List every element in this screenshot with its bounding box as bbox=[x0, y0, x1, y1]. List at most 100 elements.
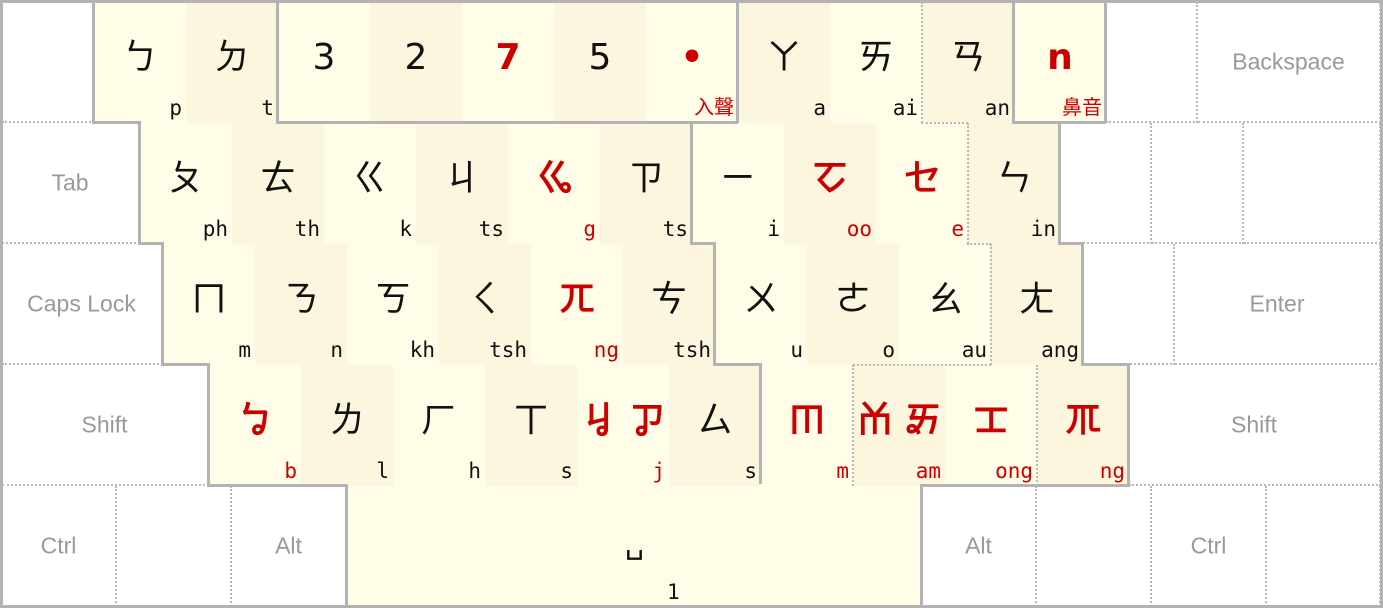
key-w[interactable]: ㄊ th bbox=[232, 123, 324, 244]
key-quote[interactable] bbox=[1083, 244, 1175, 365]
key-5[interactable]: 7 bbox=[462, 2, 554, 123]
key-6[interactable]: 5 bbox=[554, 2, 646, 123]
key-label: Caps Lock bbox=[27, 290, 136, 316]
romanization-label: ai bbox=[892, 96, 918, 120]
key-lbracket[interactable] bbox=[1060, 123, 1152, 244]
key-right-shift[interactable]: Shift bbox=[1129, 365, 1381, 486]
key-n[interactable]: ㄙs bbox=[669, 365, 761, 486]
key-period[interactable]: ㆲ ong bbox=[945, 365, 1037, 486]
bopomofo-glyph: ㄆ bbox=[167, 158, 204, 199]
romanization-label: o bbox=[882, 338, 895, 362]
key-g[interactable]: ㄫ ng bbox=[531, 244, 623, 365]
key-a[interactable]: ㄇm bbox=[163, 244, 255, 365]
key-k[interactable]: ㄜo bbox=[807, 244, 899, 365]
key-b[interactable]: ㆢ ㆡ j bbox=[577, 365, 669, 486]
key-left-shift[interactable]: Shift bbox=[2, 365, 209, 486]
bopomofo-glyph: ㄫ bbox=[558, 279, 595, 320]
key-0[interactable]: ㄢ an bbox=[922, 2, 1014, 123]
key-enter[interactable]: Enter bbox=[1175, 244, 1381, 365]
romanization-label: 入聲 bbox=[694, 95, 734, 119]
key-o[interactable]: ㆤe bbox=[876, 123, 968, 244]
key-backtick[interactable] bbox=[2, 2, 94, 123]
bopomofo-glyph: ㄢ bbox=[949, 37, 986, 78]
key-l[interactable]: ㄠ au bbox=[899, 244, 991, 365]
key-z[interactable]: ㆠb bbox=[209, 365, 301, 486]
romanization-label: ts bbox=[662, 217, 688, 241]
bopomofo-glyph: ㄠ bbox=[926, 279, 963, 320]
bopomofo-glyph: ㆤ bbox=[903, 158, 940, 199]
key-y[interactable]: ㄗ ts bbox=[600, 123, 692, 244]
key-tab[interactable]: Tab bbox=[2, 123, 140, 244]
romanization-label: j bbox=[652, 459, 665, 483]
key-f[interactable]: ㄑ tsh bbox=[439, 244, 531, 365]
romanization-label: oo bbox=[846, 217, 872, 241]
key-7[interactable]: • 入聲 bbox=[646, 2, 738, 123]
romanization-label: an bbox=[984, 96, 1010, 120]
key-comma[interactable]: ㆰ ㆮ am bbox=[853, 365, 945, 486]
key-rbracket[interactable] bbox=[1152, 123, 1244, 244]
bopomofo-glyph: ㄏ bbox=[420, 400, 457, 441]
key-right-ctrl[interactable]: Ctrl bbox=[1152, 486, 1267, 607]
key-label: Shift bbox=[81, 411, 128, 437]
key-v[interactable]: ㄒs bbox=[485, 365, 577, 486]
key-slash[interactable]: ㆭ ng bbox=[1037, 365, 1129, 486]
key-label: Backspace bbox=[1232, 48, 1345, 74]
romanization-label: ng bbox=[593, 338, 619, 362]
key-h[interactable]: ㄘ tsh bbox=[623, 244, 715, 365]
key-4[interactable]: 2 bbox=[370, 2, 462, 123]
key-s[interactable]: ㄋn bbox=[255, 244, 347, 365]
key-right-win[interactable] bbox=[1037, 486, 1152, 607]
key-8[interactable]: ㄚa bbox=[738, 2, 830, 123]
key-label: Tab bbox=[51, 169, 89, 195]
bopomofo-glyph: ㄙ bbox=[696, 400, 733, 441]
key-equal[interactable] bbox=[1106, 2, 1198, 123]
key-p[interactable]: ㄣ in bbox=[968, 123, 1060, 244]
bopomofo-glyph: n bbox=[1047, 37, 1073, 78]
key-i[interactable]: ㆦ oo bbox=[784, 123, 876, 244]
bopomofo-glyph: ㄐ bbox=[443, 158, 480, 199]
key-space[interactable]: ␣ 1 bbox=[347, 486, 922, 607]
romanization-label: t bbox=[261, 96, 274, 120]
romanization-label: ang bbox=[1041, 338, 1079, 362]
bopomofo-glyph: ㄜ bbox=[834, 279, 871, 320]
key-t[interactable]: ㆣg bbox=[508, 123, 600, 244]
bopomofo-glyph: ㄨ bbox=[742, 279, 779, 320]
key-minus[interactable]: n 鼻音 bbox=[1014, 2, 1106, 123]
bopomofo-glyph: ㆲ bbox=[972, 400, 1009, 441]
key-3[interactable]: 3 bbox=[278, 2, 370, 123]
romanization-label: 鼻音 bbox=[1062, 95, 1102, 119]
key-menu[interactable] bbox=[1267, 486, 1381, 607]
key-left-alt[interactable]: Alt bbox=[232, 486, 347, 607]
key-d[interactable]: ㄎ kh bbox=[347, 244, 439, 365]
key-r[interactable]: ㄐ ts bbox=[416, 123, 508, 244]
bopomofo-glyph: ㄘ bbox=[650, 279, 687, 320]
keyboard-layout: ㄅ p ㄉ t 3 2 7 5 • 入聲ㄚ a ㄞ ai ㄢ an n 鼻音 Backspace Tab ㄆ ph ㄊ th… bbox=[0, 0, 1383, 608]
key-left-win[interactable] bbox=[117, 486, 232, 607]
key-caps-lock[interactable]: Caps Lock bbox=[2, 244, 163, 365]
bopomofo-glyph: ㄍ bbox=[351, 158, 388, 199]
key-left-ctrl[interactable]: Ctrl bbox=[2, 486, 117, 607]
key-backspace[interactable]: Backspace bbox=[1198, 2, 1381, 123]
bopomofo-glyph: ㆬ bbox=[788, 400, 825, 441]
key-x[interactable]: ㄌl bbox=[301, 365, 393, 486]
bopomofo-glyph: ㄇ bbox=[190, 279, 227, 320]
romanization-label: l bbox=[376, 459, 389, 483]
key-j[interactable]: ㄨu bbox=[715, 244, 807, 365]
key-semicolon[interactable]: ㄤ ang bbox=[991, 244, 1083, 365]
bopomofo-glyph: ㆣ bbox=[535, 158, 572, 199]
key-label: Shift bbox=[1230, 411, 1278, 437]
key-9[interactable]: ㄞ ai bbox=[830, 2, 922, 123]
key-c[interactable]: ㄏh bbox=[393, 365, 485, 486]
key-q[interactable]: ㄆ ph bbox=[140, 123, 232, 244]
key-m[interactable]: ㆬm bbox=[761, 365, 853, 486]
key-e[interactable]: ㄍk bbox=[324, 123, 416, 244]
key-1[interactable]: ㄅp bbox=[94, 2, 186, 123]
bopomofo-glyph: ㆭ bbox=[1064, 400, 1101, 441]
romanization-label: kh bbox=[409, 338, 435, 362]
bopomofo-glyph: ㄌ bbox=[328, 400, 365, 441]
romanization-label: tsh bbox=[673, 338, 711, 362]
key-u[interactable]: ㄧi bbox=[692, 123, 784, 244]
key-right-alt[interactable]: Alt bbox=[922, 486, 1037, 607]
key-2[interactable]: ㄉt bbox=[186, 2, 278, 123]
key-backslash[interactable] bbox=[1244, 123, 1381, 244]
